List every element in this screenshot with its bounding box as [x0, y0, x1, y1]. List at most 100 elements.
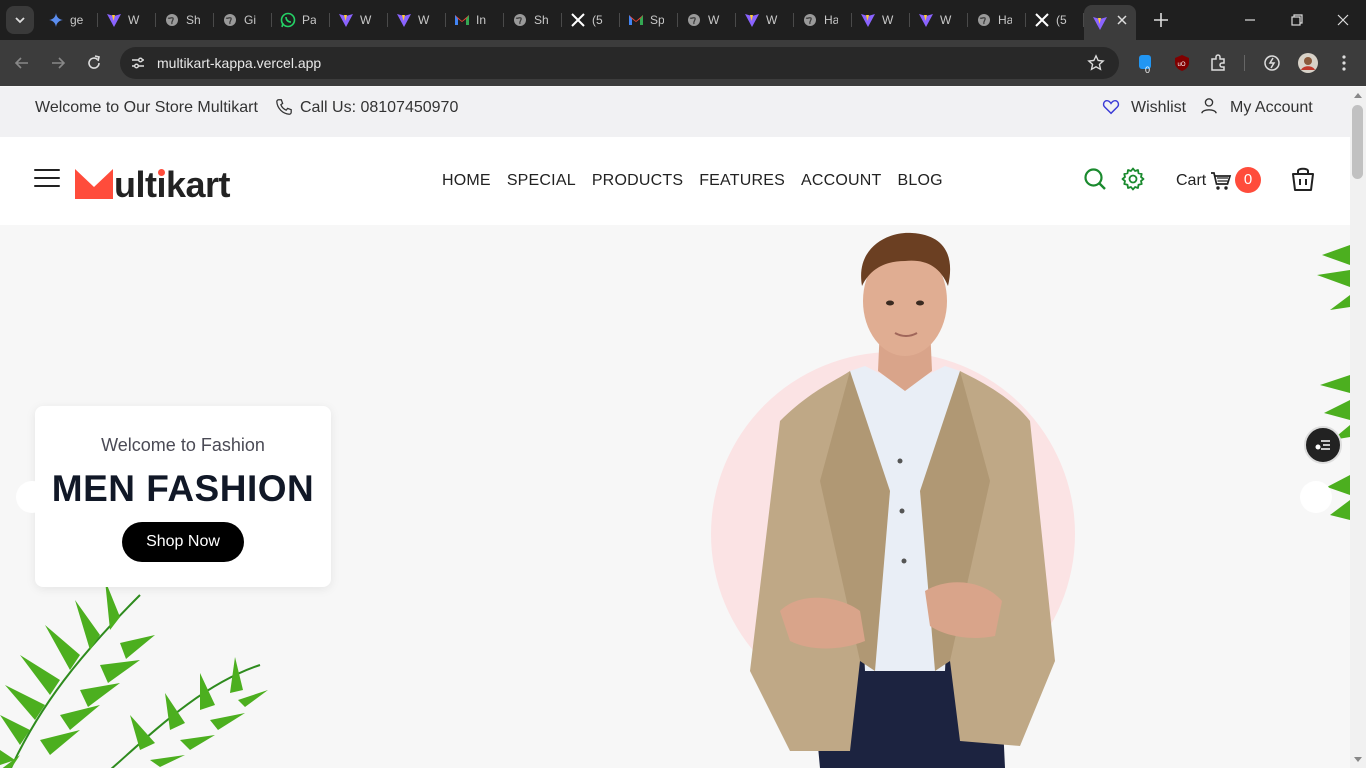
multikart-logo[interactable]: ultikart [75, 163, 231, 203]
extension-badge-button[interactable]: 0 [1136, 53, 1156, 73]
toolbar-divider [1244, 55, 1245, 71]
tab-title: (5 [1056, 13, 1067, 27]
browser-tab[interactable]: Ha [794, 5, 852, 35]
browser-tab[interactable]: Gi [214, 5, 272, 35]
phone-icon [276, 99, 292, 115]
browser-tab[interactable]: W [678, 5, 736, 35]
top-info-bar: Welcome to Our Store Multikart Call Us: … [0, 87, 1350, 137]
browser-tab[interactable]: Ha [968, 5, 1026, 35]
gmail-icon [628, 12, 644, 28]
page-scrollbar[interactable] [1350, 87, 1366, 768]
scrollbar-thumb[interactable] [1352, 105, 1363, 179]
close-window-icon[interactable] [1333, 10, 1353, 30]
address-bar[interactable]: multikart-kappa.vercel.app [120, 47, 1119, 79]
browser-tab[interactable]: W [388, 5, 446, 35]
scroll-up-arrow[interactable] [1354, 93, 1362, 98]
search-icon[interactable] [1083, 167, 1107, 191]
tab-title: W [360, 13, 372, 27]
globe-icon [512, 12, 528, 28]
speedometer-icon [1264, 55, 1280, 71]
browser-tab[interactable]: ge [40, 5, 98, 35]
scroll-down-arrow[interactable] [1354, 757, 1362, 762]
restore-icon[interactable] [1287, 10, 1307, 30]
vite-icon [918, 12, 934, 28]
shopping-cart-icon[interactable] [1210, 171, 1232, 191]
browser-tab-strip: ge W Sh Gi Pa W W In Sh (5 Sp W W Ha W W Ha (5 [0, 0, 1366, 40]
browser-tab[interactable]: Sh [156, 5, 214, 35]
reload-button[interactable] [82, 51, 106, 75]
svg-text:0: 0 [1145, 65, 1150, 73]
browser-toolbar: multikart-kappa.vercel.app 0 uO [0, 40, 1366, 86]
browser-tab[interactable]: W [736, 5, 794, 35]
wishlist-link[interactable]: Wishlist [1131, 99, 1186, 117]
store-welcome-text: Welcome to Our Store Multikart [35, 99, 258, 116]
gemini-icon [48, 12, 64, 28]
logo-mark-icon [75, 169, 113, 199]
nav-home[interactable]: HOME [442, 172, 491, 190]
arrow-right-icon [52, 57, 66, 69]
browser-tab[interactable]: W [98, 5, 156, 35]
tab-search-button[interactable] [6, 6, 34, 34]
vite-icon [744, 12, 760, 28]
whatsapp-icon [280, 12, 296, 28]
x-icon [570, 12, 586, 28]
vite-icon [106, 12, 122, 28]
user-icon[interactable] [1200, 97, 1218, 115]
svg-text:uO: uO [1178, 62, 1186, 68]
basket-icon[interactable] [1291, 166, 1315, 192]
nav-account[interactable]: ACCOUNT [801, 172, 882, 190]
hamburger-menu-icon[interactable] [34, 169, 60, 189]
browser-tab[interactable]: (5 [562, 5, 620, 35]
tab-title: W [708, 13, 720, 27]
nav-products[interactable]: PRODUCTS [592, 172, 683, 190]
site-settings-icon[interactable] [128, 53, 148, 73]
tab-title: Sh [186, 13, 200, 27]
gear-icon[interactable] [1121, 167, 1145, 191]
tab-title: Sp [650, 13, 664, 27]
nav-special[interactable]: SPECIAL [507, 172, 576, 190]
tab-close-icon[interactable] [1114, 12, 1130, 28]
my-account-link[interactable]: My Account [1230, 99, 1313, 117]
browser-tab[interactable]: (5 [1026, 5, 1084, 35]
tab-title: W [766, 13, 778, 27]
browser-tab[interactable]: Sh [504, 5, 562, 35]
nav-blog[interactable]: BLOG [897, 172, 942, 190]
browser-menu-button[interactable] [1334, 53, 1354, 73]
browser-tab[interactable] [1084, 5, 1136, 40]
vite-icon [396, 12, 412, 28]
minimize-icon[interactable] [1240, 10, 1260, 30]
sliders-icon [1315, 440, 1330, 450]
avatar-icon [1298, 53, 1318, 73]
forward-button[interactable] [46, 51, 70, 75]
performance-button[interactable] [1262, 53, 1282, 73]
slider-prev-button[interactable] [16, 481, 48, 513]
tab-title: (5 [592, 13, 603, 27]
browser-tab[interactable]: W [910, 5, 968, 35]
browser-tab[interactable]: In [446, 5, 504, 35]
browser-tab[interactable]: W [330, 5, 388, 35]
shop-now-button[interactable]: Shop Now [122, 522, 244, 562]
cart-label[interactable]: Cart [1176, 172, 1206, 190]
new-tab-button[interactable] [1150, 9, 1172, 31]
hero-headline: MEN FASHION [51, 468, 315, 509]
profile-avatar[interactable] [1298, 53, 1318, 73]
browser-tab[interactable]: Pa [272, 5, 330, 35]
nav-features[interactable]: FEATURES [699, 172, 785, 190]
floating-settings-button[interactable] [1304, 426, 1342, 464]
globe-icon [802, 12, 818, 28]
browser-tab[interactable]: Sp [620, 5, 678, 35]
heart-icon[interactable] [1102, 98, 1120, 116]
vite-icon [338, 12, 354, 28]
call-us-text: Call Us: 08107450970 [300, 99, 459, 116]
hero-promo-card: Welcome to Fashion MEN FASHION Shop Now [35, 406, 331, 587]
tab-title: Sh [534, 13, 548, 27]
puzzle-icon [1211, 54, 1225, 71]
extensions-button[interactable] [1208, 53, 1228, 73]
slider-next-button[interactable] [1300, 481, 1332, 513]
vite-icon [1092, 15, 1108, 31]
browser-tab[interactable]: W [852, 5, 910, 35]
back-button[interactable] [10, 51, 34, 75]
ublock-button[interactable]: uO [1172, 53, 1192, 73]
chevron-down-icon [15, 17, 25, 24]
bookmark-star-icon[interactable] [1087, 54, 1105, 72]
